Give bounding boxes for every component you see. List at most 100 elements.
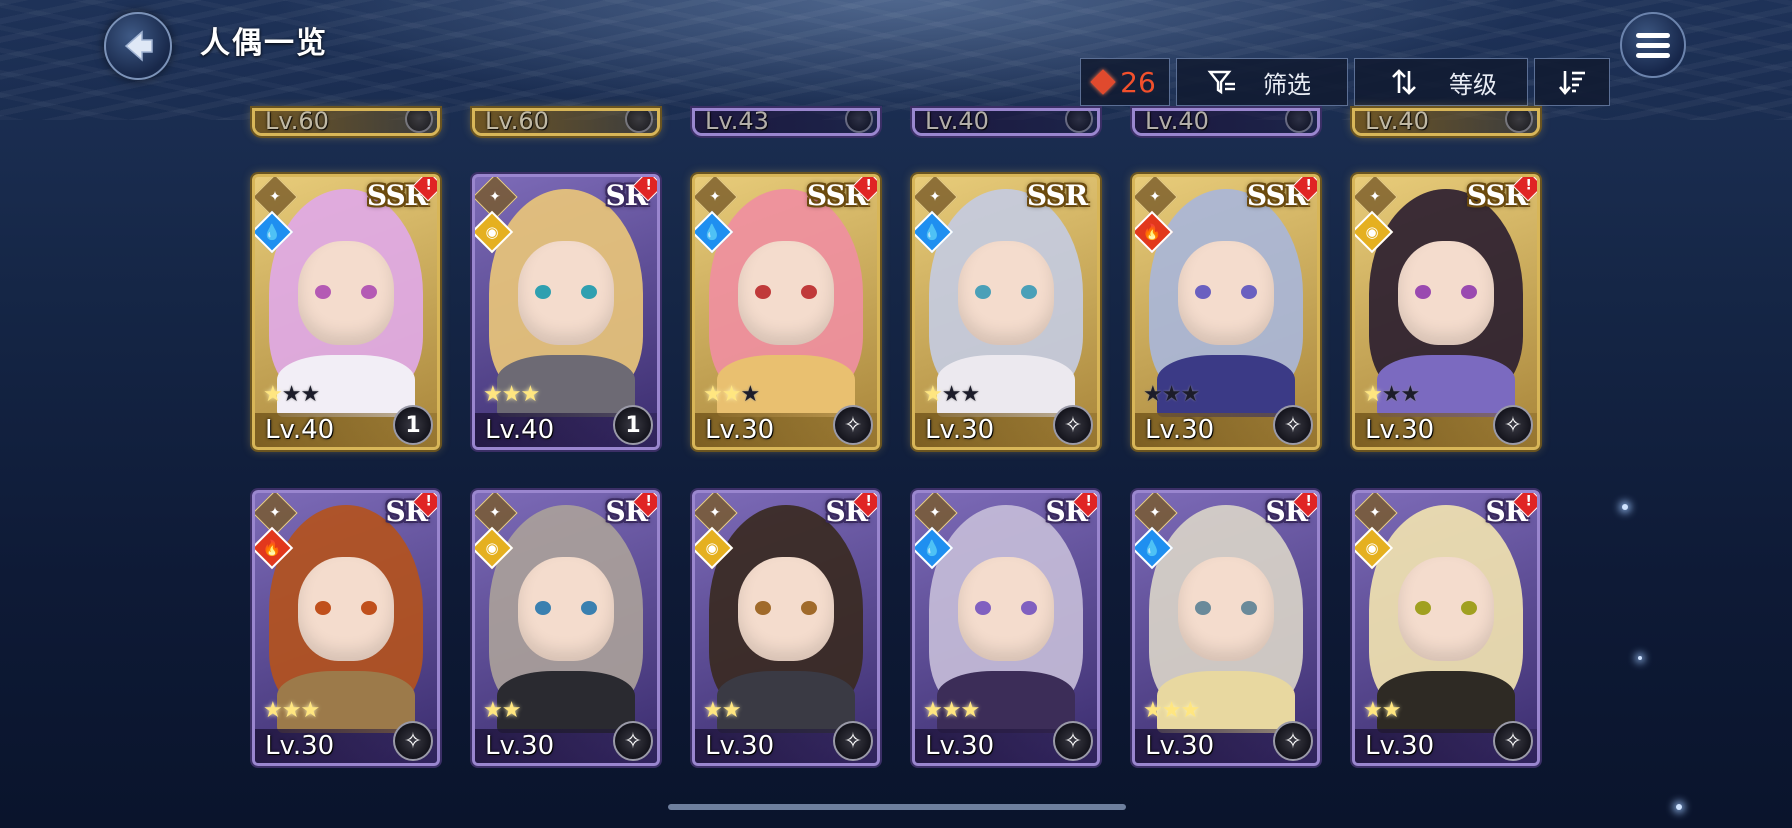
class-glyph: ✦ — [1149, 189, 1161, 205]
class-glyph: ✦ — [1369, 189, 1381, 205]
doll-card[interactable]: ✦ SSR 💧 ★★★ Lv.30 ✧ — [912, 174, 1100, 450]
doll-card[interactable]: ✦ SR! 💧 ★★★ Lv.30 ✧ — [912, 490, 1100, 766]
star-icon: ★ — [1180, 382, 1200, 407]
doll-card[interactable]: ✦ SR! ◉ ★★ Lv.30 ✧ — [472, 490, 660, 766]
element-glyph: ◉ — [1365, 223, 1379, 241]
card-level: Lv.30 — [1365, 415, 1435, 445]
class-emblem-icon: ✧ — [393, 721, 433, 761]
star-icon: ★ — [703, 698, 723, 723]
alert-mark: ! — [425, 177, 432, 194]
element-glyph: 🔥 — [262, 539, 282, 557]
card-level: Lv.30 — [485, 731, 555, 761]
star-rating: ★★★ — [1363, 382, 1420, 407]
star-rating: ★★ — [483, 698, 521, 723]
star-icon: ★ — [1143, 382, 1163, 407]
card-level: Lv.40 — [485, 415, 555, 445]
doll-card-partial[interactable]: Lv.60 — [252, 108, 440, 136]
card-level: Lv.40 — [925, 108, 989, 135]
card-level: Lv.30 — [925, 415, 995, 445]
scroll-indicator[interactable] — [668, 804, 1126, 810]
character-eye — [801, 601, 817, 615]
doll-card-partial[interactable]: Lv.43 — [692, 108, 880, 136]
star-icon: ★ — [960, 698, 980, 723]
star-icon: ★ — [263, 382, 283, 407]
alert-mark: ! — [865, 493, 872, 510]
alert-mark: ! — [645, 177, 652, 194]
card-level: Lv.30 — [705, 415, 775, 445]
character-eye — [1415, 601, 1431, 615]
character-eye — [1241, 601, 1257, 615]
star-icon: ★ — [941, 698, 962, 723]
doll-card[interactable]: ✦ SSR! 💧 ★★★ Lv.30 ✧ — [692, 174, 880, 450]
character-eye — [975, 285, 991, 299]
doll-card[interactable]: ✦ SSR! ◉ ★★★ Lv.30 ✧ — [1352, 174, 1540, 450]
class-glyph: ✦ — [709, 189, 721, 205]
star-icon: ★ — [1400, 382, 1420, 407]
character-eye — [315, 285, 331, 299]
character-face — [298, 241, 394, 345]
class-glyph: ✦ — [929, 189, 941, 205]
character-eye — [581, 601, 597, 615]
star-icon: ★ — [941, 382, 962, 407]
element-glyph: ◉ — [485, 223, 499, 241]
element-glyph: ◉ — [1365, 539, 1379, 557]
doll-card[interactable]: ✦ SR! ◉ ★★ Lv.30 ✧ — [692, 490, 880, 766]
character-eye — [1195, 285, 1211, 299]
doll-card-partial[interactable]: Lv.40 — [1352, 108, 1540, 136]
card-level: Lv.40 — [265, 415, 335, 445]
card-level: Lv.30 — [1365, 731, 1435, 761]
element-glyph: 💧 — [922, 539, 942, 557]
alert-mark: ! — [645, 493, 652, 510]
star-rating: ★★★ — [1143, 698, 1200, 723]
character-eye — [1195, 601, 1211, 615]
alert-mark: ! — [1525, 493, 1532, 510]
star-rating: ★★ — [1363, 698, 1402, 723]
character-eye — [755, 285, 771, 299]
class-glyph: ✦ — [1149, 505, 1161, 521]
doll-card[interactable]: ✦ SR! ◉ ★★★ Lv.40 1 — [472, 174, 660, 450]
character-eye — [581, 285, 597, 299]
doll-card[interactable]: ✦ SSR! 💧 ★★★ Lv.40 1 — [252, 174, 440, 450]
doll-card[interactable]: ✦ SSR! 🔥 ★★★ Lv.30 ✧ — [1132, 174, 1320, 450]
sparkle-decoration — [1638, 656, 1642, 660]
character-eye — [1461, 285, 1477, 299]
star-rating: ★★★ — [923, 698, 980, 723]
class-glyph: ✦ — [1369, 505, 1381, 521]
doll-card[interactable]: ✦ SR! 🔥 ★★★ Lv.30 ✧ — [252, 490, 440, 766]
class-glyph: ✦ — [489, 505, 501, 521]
sparkle-decoration — [1622, 504, 1628, 510]
star-icon: ★ — [501, 382, 522, 407]
star-icon: ★ — [721, 382, 742, 407]
character-face — [518, 241, 614, 345]
doll-card-partial[interactable]: Lv.40 — [1132, 108, 1320, 136]
character-face — [1398, 557, 1494, 661]
character-eye — [755, 601, 771, 615]
card-level: Lv.30 — [265, 731, 335, 761]
star-icon: ★ — [281, 382, 302, 407]
character-face — [518, 557, 614, 661]
class-emblem-icon: ✧ — [1493, 721, 1533, 761]
class-emblem-icon: ✧ — [833, 721, 873, 761]
doll-card[interactable]: ✦ SR! 💧 ★★★ Lv.30 ✧ — [1132, 490, 1320, 766]
class-emblem-icon: ✧ — [1493, 405, 1533, 445]
class-glyph: ✦ — [269, 505, 281, 521]
class-emblem-icon: ✧ — [833, 405, 873, 445]
card-level: Lv.30 — [705, 731, 775, 761]
class-emblem-icon: ✧ — [1053, 721, 1093, 761]
doll-card-partial[interactable]: Lv.40 — [912, 108, 1100, 136]
class-emblem-icon: ✧ — [1273, 405, 1313, 445]
star-icon: ★ — [1381, 698, 1402, 723]
doll-card-partial[interactable]: Lv.60 — [472, 108, 660, 136]
character-face — [298, 557, 394, 661]
character-face — [958, 241, 1054, 345]
character-face — [1398, 241, 1494, 345]
star-icon: ★ — [281, 698, 302, 723]
character-eye — [315, 601, 331, 615]
star-icon: ★ — [1161, 382, 1182, 407]
doll-card[interactable]: ✦ SR! ◉ ★★ Lv.30 ✧ — [1352, 490, 1540, 766]
element-glyph: 💧 — [702, 223, 722, 241]
card-level: Lv.30 — [925, 731, 995, 761]
element-glyph: 💧 — [262, 223, 282, 241]
character-eye — [1241, 285, 1257, 299]
character-eye — [1021, 285, 1037, 299]
